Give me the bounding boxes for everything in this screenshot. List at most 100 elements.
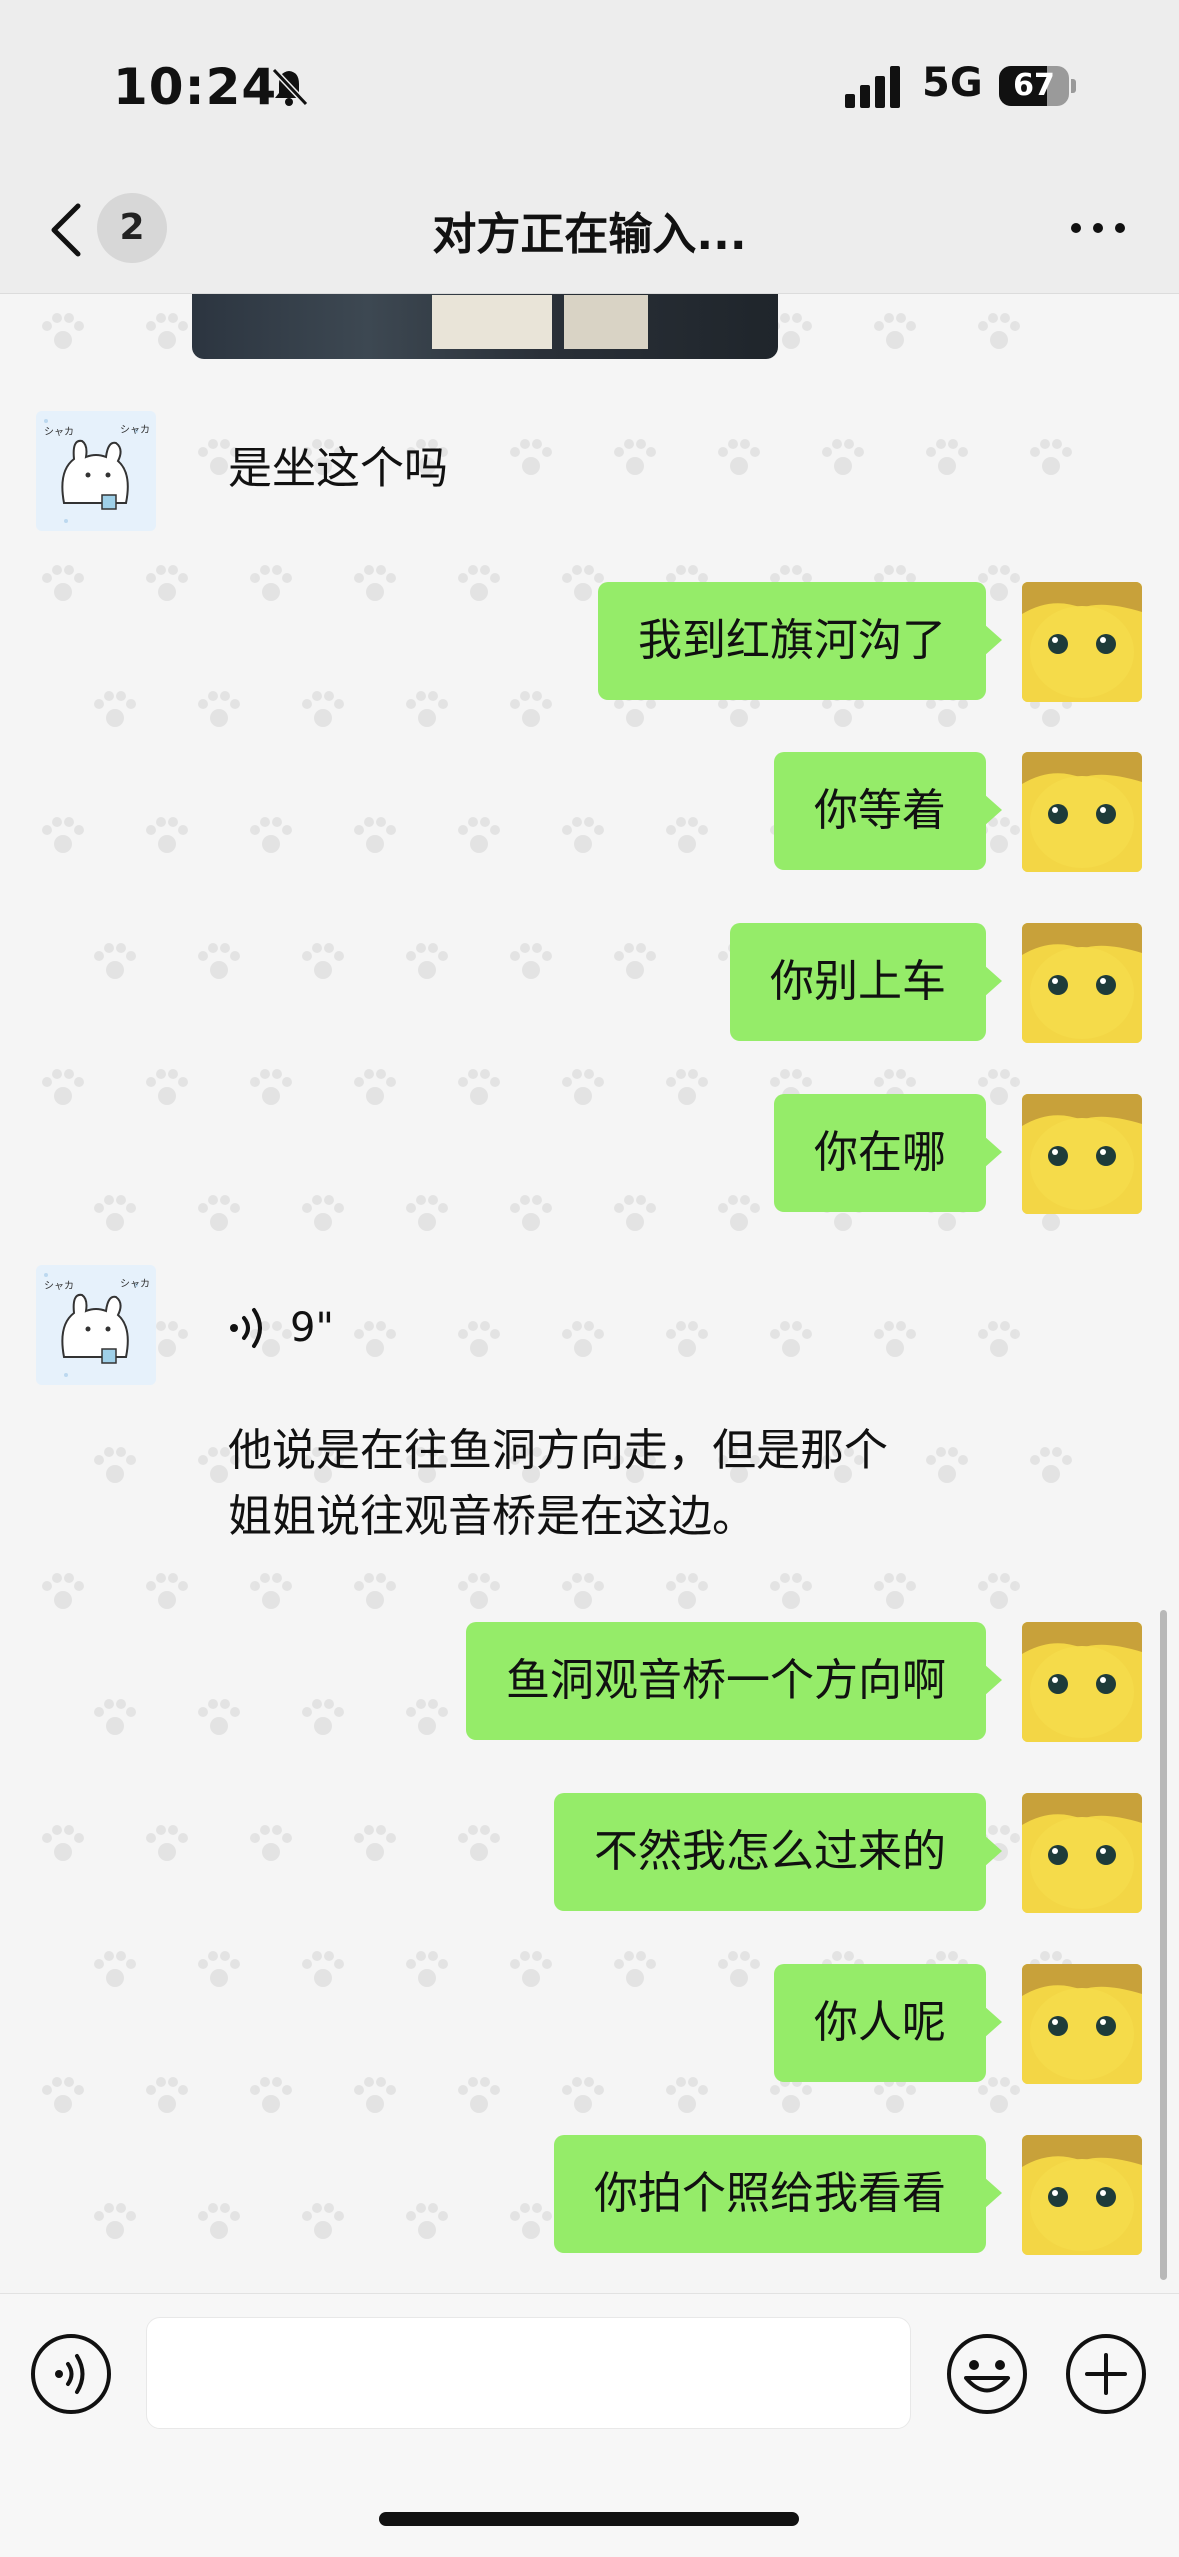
- paw-print-icon: [976, 2077, 1020, 2121]
- paw-print-icon: [404, 1951, 448, 1995]
- paw-print-icon: [976, 1573, 1020, 1617]
- yellow-creature-avatar-icon: [1022, 582, 1142, 702]
- outgoing-message-bubble[interactable]: 你人呢: [774, 1964, 1002, 2082]
- paw-print-icon: [248, 2077, 292, 2121]
- paw-print-icon: [40, 817, 84, 861]
- nav-bar: 2 对方正在输入...: [0, 160, 1179, 294]
- paw-print-icon: [976, 1321, 1020, 1365]
- paw-print-icon: [144, 817, 188, 861]
- paw-print-icon: [404, 691, 448, 735]
- message-input[interactable]: [146, 2317, 911, 2429]
- image-message[interactable]: [192, 293, 778, 359]
- input-bar: [0, 2293, 1179, 2557]
- paw-print-icon: [456, 1825, 500, 1869]
- paw-print-icon: [508, 943, 552, 987]
- paw-print-icon: [92, 2203, 136, 2247]
- incoming-message-text[interactable]: 是坐这个吗: [228, 436, 448, 502]
- my-avatar[interactable]: [1022, 1964, 1142, 2084]
- yellow-creature-avatar-icon: [1022, 752, 1142, 872]
- paw-print-icon: [248, 1573, 292, 1617]
- paw-print-icon: [248, 565, 292, 609]
- paw-print-icon: [456, 2077, 500, 2121]
- paw-print-icon: [508, 1195, 552, 1239]
- paw-print-icon: [664, 1573, 708, 1617]
- my-avatar[interactable]: [1022, 1622, 1142, 1742]
- paw-print-icon: [716, 439, 760, 483]
- yellow-creature-avatar-icon: [1022, 1094, 1142, 1214]
- incoming-message-text[interactable]: 他说是在往鱼洞方向走，但是那个 姐姐说往观音桥是在这边。: [228, 1418, 988, 1550]
- message-line: 姐姐说往观音桥是在这边。: [228, 1491, 756, 1542]
- outgoing-message-bubble[interactable]: 你在哪: [774, 1094, 1002, 1212]
- outgoing-message-bubble[interactable]: 你别上车: [730, 923, 1002, 1041]
- paw-print-icon: [300, 691, 344, 735]
- paw-print-icon: [92, 691, 136, 735]
- network-type: 5G: [922, 60, 983, 106]
- paw-print-icon: [196, 943, 240, 987]
- paw-print-icon: [352, 1321, 396, 1365]
- bunny-avatar-icon: シャカ シャカ: [36, 1265, 156, 1385]
- my-avatar[interactable]: [1022, 582, 1142, 702]
- outgoing-message-bubble[interactable]: 鱼洞观音桥一个方向啊: [466, 1622, 1002, 1740]
- paw-print-icon: [664, 2077, 708, 2121]
- paw-print-icon: [352, 2077, 396, 2121]
- paw-print-icon: [872, 313, 916, 357]
- paw-print-icon: [92, 1951, 136, 1995]
- paw-print-icon: [300, 2203, 344, 2247]
- svg-text:シャカ: シャカ: [120, 1278, 150, 1290]
- paw-print-icon: [560, 1069, 604, 1113]
- my-avatar[interactable]: [1022, 2135, 1142, 2255]
- my-avatar[interactable]: [1022, 752, 1142, 872]
- paw-print-icon: [196, 1951, 240, 1995]
- paw-print-icon: [248, 817, 292, 861]
- paw-print-icon: [456, 1573, 500, 1617]
- paw-print-icon: [248, 1825, 292, 1869]
- emoji-icon[interactable]: [944, 2331, 1030, 2417]
- paw-print-icon: [352, 1069, 396, 1113]
- contact-avatar[interactable]: シャカ シャカ: [36, 1265, 156, 1385]
- my-avatar[interactable]: [1022, 923, 1142, 1043]
- outgoing-message-bubble[interactable]: 不然我怎么过来的: [554, 1793, 1002, 1911]
- bunny-avatar-icon: シャカ シャカ: [36, 411, 156, 531]
- paw-print-icon: [820, 439, 864, 483]
- chat-title: 对方正在输入...: [432, 209, 747, 260]
- outgoing-message-bubble[interactable]: 我到红旗河沟了: [598, 582, 1002, 700]
- paw-print-icon: [560, 817, 604, 861]
- paw-print-icon: [40, 1573, 84, 1617]
- more-icon[interactable]: [1068, 220, 1128, 236]
- paw-print-icon: [40, 313, 84, 357]
- paw-print-icon: [352, 565, 396, 609]
- paw-print-icon: [144, 1825, 188, 1869]
- paw-print-icon: [196, 2203, 240, 2247]
- paw-print-icon: [560, 1573, 604, 1617]
- paw-print-icon: [612, 943, 656, 987]
- yellow-creature-avatar-icon: [1022, 1793, 1142, 1913]
- outgoing-message-bubble[interactable]: 你拍个照给我看看: [554, 2135, 1002, 2253]
- yellow-creature-avatar-icon: [1022, 923, 1142, 1043]
- paw-print-icon: [404, 1699, 448, 1743]
- chat-area[interactable]: [0, 293, 1179, 2293]
- paw-print-icon: [664, 817, 708, 861]
- scrollbar[interactable]: [1160, 1610, 1167, 2280]
- paw-print-icon: [768, 1321, 812, 1365]
- paw-print-icon: [560, 1321, 604, 1365]
- my-avatar[interactable]: [1022, 1094, 1142, 1214]
- plus-icon[interactable]: [1063, 2331, 1149, 2417]
- yellow-creature-avatar-icon: [1022, 2135, 1142, 2255]
- paw-print-icon: [352, 1825, 396, 1869]
- paw-print-icon: [612, 1195, 656, 1239]
- paw-print-icon: [612, 1951, 656, 1995]
- paw-print-icon: [456, 1321, 500, 1365]
- status-bar: 10:24 5G 67: [0, 0, 1179, 160]
- my-avatar[interactable]: [1022, 1793, 1142, 1913]
- home-indicator[interactable]: [379, 2512, 799, 2526]
- outgoing-message-bubble[interactable]: 你等着: [774, 752, 1002, 870]
- voice-input-icon[interactable]: [28, 2331, 114, 2417]
- yellow-creature-avatar-icon: [1022, 1622, 1142, 1742]
- contact-avatar[interactable]: シャカ シャカ: [36, 411, 156, 531]
- signal-icon: [845, 66, 900, 108]
- paw-print-icon: [40, 2077, 84, 2121]
- paw-print-icon: [196, 691, 240, 735]
- paw-print-icon: [768, 1573, 812, 1617]
- battery-level: 67: [1013, 68, 1055, 103]
- paw-print-icon: [352, 1573, 396, 1617]
